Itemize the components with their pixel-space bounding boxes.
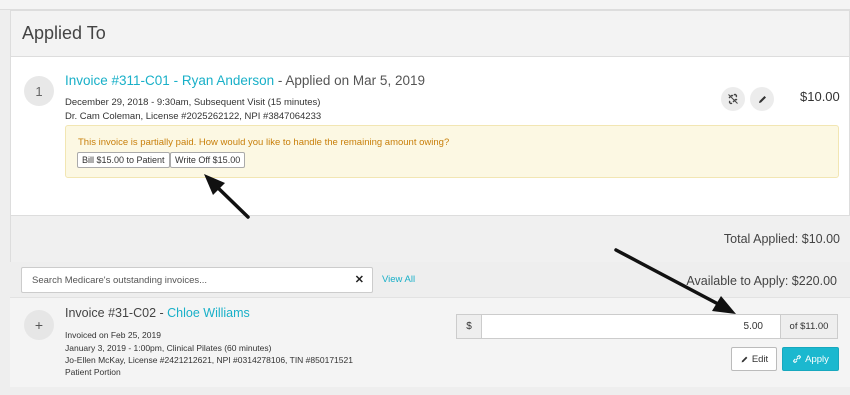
annotation-arrow-amount	[614, 248, 736, 314]
annotation-arrow-writeoff	[204, 174, 250, 219]
annotation-arrows	[204, 174, 736, 314]
